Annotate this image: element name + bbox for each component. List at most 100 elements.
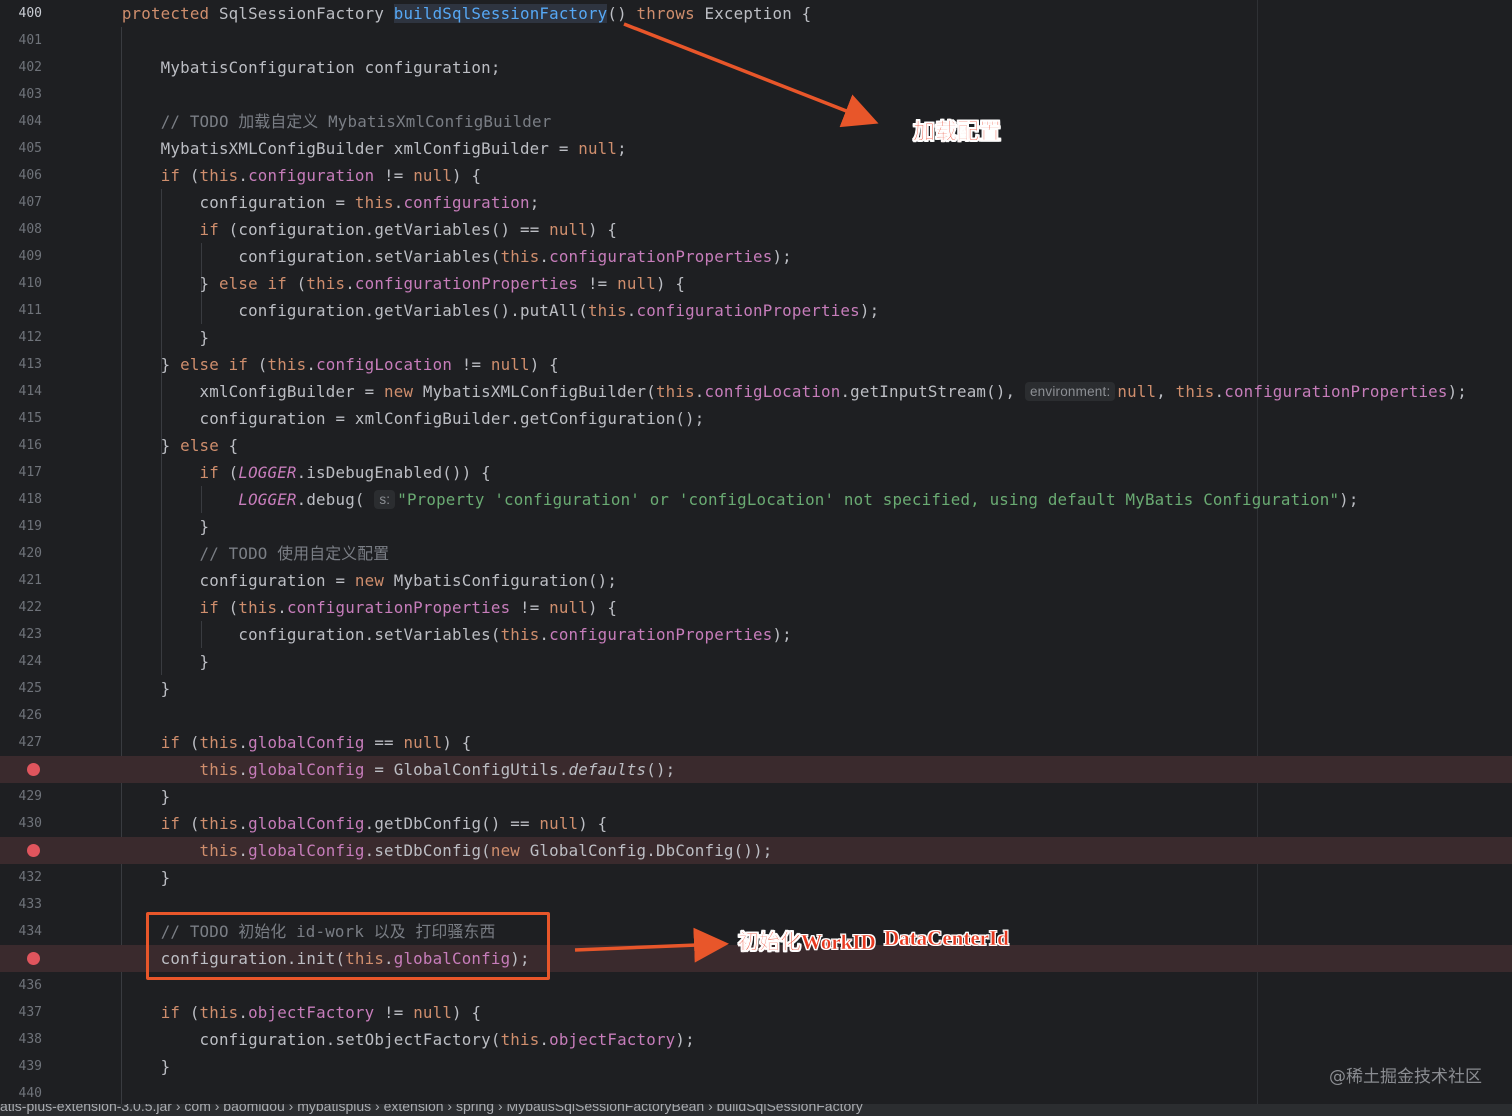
code-line[interactable]: 427 if (this.globalConfig == null) { bbox=[0, 729, 1512, 756]
code-text[interactable]: } bbox=[83, 783, 171, 810]
code-line[interactable]: 400 protected SqlSessionFactory buildSql… bbox=[0, 0, 1512, 27]
code-text[interactable]: configuration.setVariables(this.configur… bbox=[83, 621, 792, 648]
line-number[interactable]: 400 bbox=[0, 0, 42, 27]
line-number[interactable]: 429 bbox=[0, 783, 42, 810]
line-number[interactable]: 408 bbox=[0, 216, 42, 243]
code-line[interactable]: 413 } else if (this.configLocation != nu… bbox=[0, 351, 1512, 378]
code-text[interactable]: configuration.setObjectFactory(this.obje… bbox=[83, 1026, 695, 1053]
line-number[interactable]: 414 bbox=[0, 378, 42, 405]
line-number[interactable]: 402 bbox=[0, 54, 42, 81]
line-number[interactable]: 434 bbox=[0, 918, 42, 945]
line-number[interactable]: 405 bbox=[0, 135, 42, 162]
code-line[interactable]: 417 if (LOGGER.isDebugEnabled()) { bbox=[0, 459, 1512, 486]
line-number[interactable]: 417 bbox=[0, 459, 42, 486]
line-number[interactable]: 425 bbox=[0, 675, 42, 702]
code-text[interactable]: this.globalConfig = GlobalConfigUtils.de… bbox=[83, 756, 676, 783]
code-line[interactable]: 439 } bbox=[0, 1053, 1512, 1080]
code-text[interactable]: if (this.objectFactory != null) { bbox=[83, 999, 481, 1026]
line-number[interactable]: 404 bbox=[0, 108, 42, 135]
line-number[interactable]: 430 bbox=[0, 810, 42, 837]
code-text[interactable]: // TODO 加载自定义 MybatisXmlConfigBuilder bbox=[83, 108, 552, 135]
line-number[interactable]: 421 bbox=[0, 567, 42, 594]
line-number[interactable]: 419 bbox=[0, 513, 42, 540]
code-text[interactable]: if (this.globalConfig.getDbConfig() == n… bbox=[83, 810, 608, 837]
code-text[interactable]: } bbox=[83, 1053, 171, 1080]
code-text[interactable]: LOGGER.debug( s: "Property 'configuration… bbox=[83, 486, 1359, 513]
line-number[interactable]: 418 bbox=[0, 486, 42, 513]
breakpoint-icon[interactable] bbox=[27, 763, 40, 776]
code-text[interactable]: } else if (this.configLocation != null) … bbox=[83, 351, 559, 378]
code-text[interactable]: configuration.getVariables().putAll(this… bbox=[83, 297, 879, 324]
line-number[interactable]: 406 bbox=[0, 162, 42, 189]
code-line[interactable]: 426 bbox=[0, 702, 1512, 729]
line-number[interactable]: 407 bbox=[0, 189, 42, 216]
code-line[interactable]: 412 } bbox=[0, 324, 1512, 351]
line-number[interactable]: 401 bbox=[0, 27, 42, 54]
line-number[interactable]: 403 bbox=[0, 81, 42, 108]
code-text[interactable]: // TODO 使用自定义配置 bbox=[83, 540, 389, 567]
code-line[interactable]: 438 configuration.setObjectFactory(this.… bbox=[0, 1026, 1512, 1053]
line-number[interactable]: 410 bbox=[0, 270, 42, 297]
line-number[interactable]: 413 bbox=[0, 351, 42, 378]
code-line[interactable]: 401 bbox=[0, 27, 1512, 54]
line-number[interactable]: 427 bbox=[0, 729, 42, 756]
code-line[interactable]: 416 } else { bbox=[0, 432, 1512, 459]
line-number[interactable]: 409 bbox=[0, 243, 42, 270]
line-number[interactable]: 420 bbox=[0, 540, 42, 567]
code-line[interactable]: 409 configuration.setVariables(this.conf… bbox=[0, 243, 1512, 270]
line-number[interactable]: 416 bbox=[0, 432, 42, 459]
code-text[interactable]: if (this.configuration != null) { bbox=[83, 162, 481, 189]
line-number[interactable]: 412 bbox=[0, 324, 42, 351]
code-text[interactable]: MybatisXMLConfigBuilder xmlConfigBuilder… bbox=[83, 135, 627, 162]
code-text[interactable]: configuration.setVariables(this.configur… bbox=[83, 243, 792, 270]
code-text[interactable]: if (this.globalConfig == null) { bbox=[83, 729, 472, 756]
code-line[interactable]: 432 } bbox=[0, 864, 1512, 891]
code-line[interactable]: 423 configuration.setVariables(this.conf… bbox=[0, 621, 1512, 648]
line-number[interactable]: 440 bbox=[0, 1080, 42, 1107]
code-line[interactable]: 418 LOGGER.debug( s: "Property 'configura… bbox=[0, 486, 1512, 513]
code-text[interactable]: xmlConfigBuilder = new MybatisXMLConfigB… bbox=[83, 378, 1467, 405]
code-text[interactable]: } bbox=[83, 675, 171, 702]
breadcrumb[interactable]: atis-plus-extension-3.0.5.jar › com › ba… bbox=[0, 1104, 863, 1114]
code-line[interactable]: 419 } bbox=[0, 513, 1512, 540]
code-text[interactable]: if (configuration.getVariables() == null… bbox=[83, 216, 617, 243]
breakpoint-icon[interactable] bbox=[27, 844, 40, 857]
line-number[interactable]: 437 bbox=[0, 999, 42, 1026]
code-line[interactable]: 421 configuration = new MybatisConfigura… bbox=[0, 567, 1512, 594]
line-number[interactable]: 423 bbox=[0, 621, 42, 648]
line-number[interactable]: 439 bbox=[0, 1053, 42, 1080]
line-number[interactable]: 438 bbox=[0, 1026, 42, 1053]
code-text[interactable]: } else { bbox=[83, 432, 239, 459]
code-line[interactable]: 408 if (configuration.getVariables() == … bbox=[0, 216, 1512, 243]
line-number[interactable]: 411 bbox=[0, 297, 42, 324]
line-number[interactable]: 436 bbox=[0, 972, 42, 999]
code-line[interactable]: 411 configuration.getVariables().putAll(… bbox=[0, 297, 1512, 324]
code-line[interactable]: 406 if (this.configuration != null) { bbox=[0, 162, 1512, 189]
code-text[interactable]: configuration = new MybatisConfiguration… bbox=[83, 567, 617, 594]
code-line[interactable]: 404 // TODO 加载自定义 MybatisXmlConfigBuilde… bbox=[0, 108, 1512, 135]
code-line[interactable]: 430 if (this.globalConfig.getDbConfig() … bbox=[0, 810, 1512, 837]
code-line[interactable]: 407 configuration = this.configuration; bbox=[0, 189, 1512, 216]
code-line[interactable]: 437 if (this.objectFactory != null) { bbox=[0, 999, 1512, 1026]
code-text[interactable]: if (LOGGER.isDebugEnabled()) { bbox=[83, 459, 491, 486]
line-number[interactable]: 415 bbox=[0, 405, 42, 432]
code-text[interactable]: this.globalConfig.setDbConfig(new Global… bbox=[83, 837, 773, 864]
code-line[interactable]: 410 } else if (this.configurationPropert… bbox=[0, 270, 1512, 297]
code-line[interactable]: 420 // TODO 使用自定义配置 bbox=[0, 540, 1512, 567]
code-line[interactable]: 440 bbox=[0, 1080, 1512, 1107]
line-number[interactable]: 426 bbox=[0, 702, 42, 729]
code-text[interactable]: } bbox=[83, 324, 210, 351]
line-number[interactable]: 424 bbox=[0, 648, 42, 675]
code-text[interactable]: configuration = this.configuration; bbox=[83, 189, 540, 216]
line-number[interactable]: 432 bbox=[0, 864, 42, 891]
code-line[interactable]: 422 if (this.configurationProperties != … bbox=[0, 594, 1512, 621]
code-line[interactable]: 414 xmlConfigBuilder = new MybatisXMLCon… bbox=[0, 378, 1512, 405]
code-text[interactable]: protected SqlSessionFactory buildSqlSess… bbox=[83, 0, 811, 27]
code-line[interactable]: 405 MybatisXMLConfigBuilder xmlConfigBui… bbox=[0, 135, 1512, 162]
breakpoint-icon[interactable] bbox=[27, 952, 40, 965]
code-line[interactable]: this.globalConfig = GlobalConfigUtils.de… bbox=[0, 756, 1512, 783]
line-number[interactable]: 422 bbox=[0, 594, 42, 621]
code-text[interactable]: if (this.configurationProperties != null… bbox=[83, 594, 617, 621]
code-line[interactable]: 424 } bbox=[0, 648, 1512, 675]
code-line[interactable]: this.globalConfig.setDbConfig(new Global… bbox=[0, 837, 1512, 864]
